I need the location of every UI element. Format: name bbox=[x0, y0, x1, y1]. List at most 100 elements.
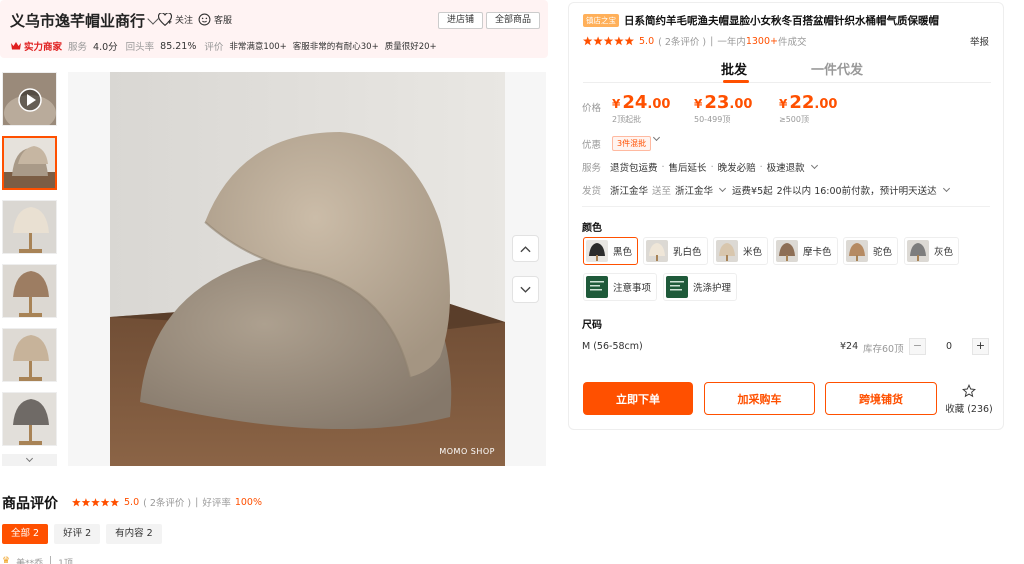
enter-shop-button[interactable]: 进店铺 bbox=[438, 12, 484, 29]
report-link[interactable]: 举报 bbox=[970, 34, 989, 48]
crown-icon bbox=[11, 42, 21, 50]
product-rating: 5.0 bbox=[639, 35, 655, 47]
hat-thumbnail-image bbox=[3, 201, 56, 253]
reviews-count: ( 2条评价 ) bbox=[143, 498, 192, 509]
purchase-panel: 镇店之宝 日系简约羊毛呢渔夫帽显脸小女秋冬百搭盆帽针织水桶帽气质保暖帽 5.0 … bbox=[568, 2, 1004, 430]
tab-reviews-with-content[interactable]: 有内容 2 bbox=[106, 524, 162, 544]
all-products-button[interactable]: 全部商品 bbox=[486, 12, 541, 29]
chevron-up-icon bbox=[520, 245, 531, 252]
color-option-gray[interactable]: 灰色 bbox=[904, 237, 960, 265]
option-notice[interactable]: 注意事项 bbox=[583, 273, 658, 301]
shop-name-text[interactable]: 义乌市逸芊帽业商行 bbox=[10, 10, 145, 31]
currency-symbol: ¥ bbox=[612, 97, 621, 111]
review-tag: 非常满意100+ bbox=[229, 42, 287, 52]
price-integer: 24 bbox=[622, 92, 648, 113]
option-wash-care[interactable]: 洗涤护理 bbox=[663, 273, 738, 301]
shipping-info[interactable]: 浙江金华 送至 浙江金华 运费¥5起 2件以内 16:00前付款，预计明天送达 bbox=[610, 183, 952, 197]
price-tier-3: ¥22.00 ≥500顶 bbox=[779, 92, 837, 125]
add-to-cart-button[interactable]: 加采购车 bbox=[704, 382, 815, 415]
shop-name[interactable]: 义乌市逸芊帽业商行 bbox=[10, 10, 159, 31]
price-integer: 23 bbox=[704, 92, 730, 113]
quantity-minus-button[interactable]: − bbox=[909, 338, 926, 355]
main-product-image[interactable]: MOMO SHOP bbox=[110, 72, 505, 466]
chevron-down-icon[interactable] bbox=[147, 12, 159, 25]
sold-count: 1300+ bbox=[745, 35, 778, 47]
price-range: ≥500顶 bbox=[779, 115, 809, 124]
star-icon-row bbox=[583, 36, 634, 46]
discount-tag[interactable]: 3件混批 bbox=[612, 136, 652, 151]
tab-good-reviews[interactable]: 好评 2 bbox=[54, 524, 101, 544]
review-filter-tabs: 全部 2 好评 2 有内容 2 bbox=[2, 524, 162, 544]
shipping-label: 发货 bbox=[582, 186, 602, 197]
color-name: 驼色 bbox=[873, 247, 893, 258]
color-option-beige[interactable]: 米色 bbox=[713, 237, 769, 265]
chevron-down-icon bbox=[520, 286, 531, 293]
favorite-button[interactable]: 收藏 (236) bbox=[944, 384, 994, 415]
reviewer-name: 美**乔 bbox=[16, 559, 44, 564]
follow-button[interactable]: 关注 bbox=[158, 13, 193, 26]
currency-symbol: ¥ bbox=[779, 97, 788, 111]
thumbnail-6[interactable] bbox=[2, 392, 57, 446]
shop-stats: 实力商家 服务 4.0分 回头率 85.21% 评价 非常满意100+ 客服非常… bbox=[10, 39, 437, 53]
tab-wholesale[interactable]: 批发 bbox=[721, 59, 747, 78]
thumbnail-3[interactable] bbox=[2, 200, 57, 254]
color-option-black[interactable]: 黑色 bbox=[583, 237, 639, 265]
product-review-count[interactable]: ( 2条评价 ) bbox=[658, 34, 706, 48]
thumbnail-4[interactable] bbox=[2, 264, 57, 318]
color-name: 黑色 bbox=[613, 247, 633, 258]
cross-border-button[interactable]: 跨境铺货 bbox=[825, 382, 937, 415]
product-title-row: 镇店之宝 日系简约羊毛呢渔夫帽显脸小女秋冬百搭盆帽针织水桶帽气质保暖帽 bbox=[583, 13, 939, 28]
good-rate-label: 好评率 bbox=[202, 498, 231, 509]
color-section-label: 颜色 bbox=[582, 223, 602, 234]
chevron-down-icon bbox=[719, 184, 727, 193]
customer-service-button[interactable]: 客服 bbox=[198, 13, 232, 26]
ship-to: 浙江金华 bbox=[675, 186, 714, 197]
price-tier-1: ¥24.00 2顶起批 bbox=[612, 92, 670, 125]
price-amount: ¥23.00 bbox=[694, 92, 752, 113]
service-items[interactable]: 退货包运费 · 售后延长 · 晚发必赔 · 极速退款 bbox=[610, 160, 820, 174]
price-integer: 22 bbox=[789, 92, 815, 113]
image-next-button[interactable] bbox=[512, 276, 539, 303]
quantity-plus-button[interactable]: + bbox=[972, 338, 989, 355]
price-decimal: .00 bbox=[814, 97, 838, 112]
price-decimal: .00 bbox=[647, 97, 671, 112]
ship-to-word: 送至 bbox=[652, 186, 672, 197]
color-option-mocha[interactable]: 摩卡色 bbox=[773, 237, 838, 265]
review-tag: 客服非常的有耐心30+ bbox=[292, 42, 379, 52]
shipping-detail: 2件以内 16:00前付款，预计明天送达 bbox=[776, 186, 937, 197]
thumbnail-scroll-down[interactable] bbox=[2, 454, 57, 466]
thumbnail-video[interactable] bbox=[2, 72, 57, 126]
price-decimal: .00 bbox=[729, 97, 753, 112]
hat-photo bbox=[110, 72, 505, 466]
buy-now-button[interactable]: 立即下单 bbox=[583, 382, 693, 415]
color-name: 乳白色 bbox=[673, 247, 702, 258]
image-prev-button[interactable] bbox=[512, 235, 539, 262]
tab-all-reviews[interactable]: 全部 2 bbox=[2, 524, 49, 544]
currency-symbol: ¥ bbox=[694, 97, 703, 111]
active-tab-indicator bbox=[723, 80, 749, 83]
hat-thumbnail-image bbox=[4, 138, 55, 188]
product-rating-row: 5.0 ( 2条评价 ) | 一年内 1300+ 件成交 bbox=[583, 34, 806, 48]
tab-dropship[interactable]: 一件代发 bbox=[811, 59, 863, 78]
chevron-down-icon bbox=[810, 161, 818, 170]
review-item: ♛ 美**乔 | 1顶 bbox=[2, 556, 73, 564]
hat-swatch-image bbox=[716, 240, 738, 262]
hat-thumbnail-image bbox=[3, 329, 56, 381]
thumbnail-5[interactable] bbox=[2, 328, 57, 382]
color-option-camel[interactable]: 驼色 bbox=[843, 237, 899, 265]
thumbnail-2[interactable] bbox=[2, 136, 57, 190]
chevron-down-icon bbox=[25, 454, 34, 463]
quantity-value[interactable]: 0 bbox=[937, 341, 961, 352]
hat-thumbnail-image bbox=[3, 265, 56, 317]
stat-label-service: 服务 bbox=[68, 42, 88, 53]
shipping-fee: 运费¥5起 bbox=[732, 186, 773, 197]
stat-label-review: 评价 bbox=[204, 42, 224, 53]
sold-prefix: 一年内 bbox=[717, 37, 746, 48]
hat-swatch-image bbox=[907, 240, 929, 262]
video-thumbnail-image bbox=[3, 73, 56, 125]
color-option-milk-white[interactable]: 乳白色 bbox=[643, 237, 708, 265]
hat-thumbnail-image bbox=[3, 393, 56, 445]
heart-icon bbox=[158, 13, 172, 26]
color-name: 米色 bbox=[743, 247, 763, 258]
size-row: M (56-58cm) ¥24 库存60顶 − 0 + bbox=[582, 338, 992, 356]
